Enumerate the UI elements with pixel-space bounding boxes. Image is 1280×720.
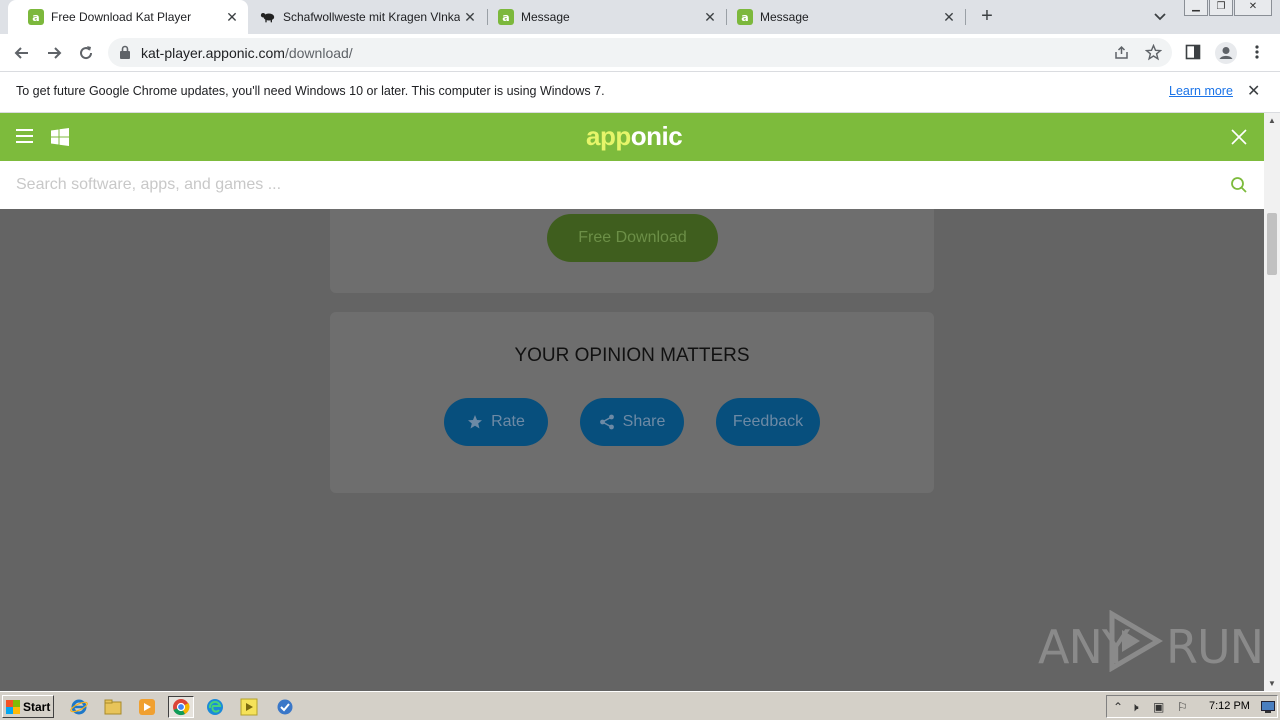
address-bar[interactable]: kat-player.apponic.com/download/ bbox=[108, 38, 1172, 67]
minimize-button[interactable]: ▁ bbox=[1184, 0, 1208, 16]
page-scrollbar[interactable]: ▲ ▼ bbox=[1264, 113, 1280, 691]
tab-schafwollweste[interactable]: Schafwollweste mit Kragen Vlnka - W ✕ bbox=[240, 0, 486, 34]
windows-logo-icon[interactable] bbox=[51, 128, 69, 146]
share-page-icon[interactable] bbox=[1113, 44, 1130, 66]
close-tab-icon[interactable]: ✕ bbox=[222, 9, 242, 26]
kat-player-icon[interactable] bbox=[236, 696, 262, 718]
system-tray: ⌃ 🕨 ▣ ⚐ 7:12 PM bbox=[1106, 695, 1278, 718]
learn-more-link[interactable]: Learn more bbox=[1169, 84, 1233, 98]
tab-title: Schafwollweste mit Kragen Vlnka - W bbox=[283, 10, 460, 24]
apponic-header: apponic bbox=[0, 113, 1264, 161]
share-label: Share bbox=[622, 413, 666, 430]
feedback-label: Feedback bbox=[732, 413, 804, 430]
show-desktop-icon[interactable] bbox=[1261, 701, 1275, 716]
apponic-icon: a bbox=[28, 9, 44, 25]
tab-title: Free Download Kat Player bbox=[51, 10, 192, 24]
close-tab-icon[interactable]: ✕ bbox=[460, 9, 480, 26]
url-path: /download/ bbox=[284, 45, 353, 61]
more-menu-icon[interactable] bbox=[1254, 44, 1260, 65]
windows-flag-icon bbox=[6, 699, 20, 714]
scroll-up-icon[interactable]: ▲ bbox=[1268, 116, 1276, 125]
tab-divider bbox=[965, 9, 966, 25]
tab-title: Message bbox=[521, 10, 570, 24]
action-center-flag-icon[interactable]: ⚐ bbox=[1177, 700, 1188, 714]
close-window-button[interactable]: ✕ bbox=[1234, 0, 1272, 16]
tab-title: Message bbox=[760, 10, 809, 24]
opinion-title: YOUR OPINION MATTERS bbox=[514, 345, 750, 366]
chrome-icon[interactable] bbox=[168, 696, 194, 718]
feedback-button[interactable]: Feedback bbox=[716, 398, 820, 446]
star-icon bbox=[467, 414, 483, 430]
tab-search-icon[interactable] bbox=[1152, 8, 1170, 26]
profile-avatar[interactable] bbox=[1215, 42, 1237, 64]
network-icon[interactable]: ▣ bbox=[1153, 700, 1164, 714]
sheep-icon bbox=[260, 9, 276, 25]
anyrun-watermark: ANY RUN bbox=[1038, 610, 1264, 680]
restore-button[interactable]: ❐ bbox=[1209, 0, 1233, 16]
apponic-logo[interactable]: apponic bbox=[586, 121, 683, 152]
lock-icon[interactable] bbox=[120, 45, 130, 59]
installer-icon[interactable] bbox=[272, 696, 298, 718]
page-viewport: Free Download YOUR OPINION MATTERS Rate … bbox=[0, 113, 1264, 691]
tab-strip: a Free Download Kat Player ✕ Schafwollwe… bbox=[0, 0, 1280, 34]
close-tab-icon[interactable]: ✕ bbox=[939, 9, 959, 26]
tab-message-2[interactable]: a Message ✕ bbox=[717, 0, 965, 34]
windows-taskbar: Start ⌃ 🕨 ▣ ⚐ 7:12 PM bbox=[0, 691, 1280, 720]
share-icon bbox=[599, 414, 615, 430]
hamburger-menu-icon[interactable] bbox=[16, 129, 33, 143]
tab-free-download-kat-player[interactable]: a Free Download Kat Player ✕ bbox=[8, 0, 248, 34]
site-search-bar bbox=[0, 161, 1264, 209]
rate-button[interactable]: Rate bbox=[444, 398, 548, 446]
tab-message-1[interactable]: a Message ✕ bbox=[478, 0, 726, 34]
url-host: kat-player.apponic.com bbox=[141, 45, 285, 61]
scrollbar-thumb[interactable] bbox=[1267, 213, 1277, 275]
close-icon[interactable] bbox=[1231, 125, 1247, 151]
infobar-message: To get future Google Chrome updates, you… bbox=[16, 84, 605, 98]
show-hidden-icons-icon[interactable]: ⌃ bbox=[1113, 700, 1123, 714]
forward-button[interactable] bbox=[42, 41, 66, 65]
close-icon[interactable]: ✕ bbox=[1247, 81, 1260, 101]
start-button[interactable]: Start bbox=[2, 695, 54, 718]
logo-part-app: app bbox=[586, 121, 631, 151]
file-explorer-icon[interactable] bbox=[102, 696, 124, 718]
media-player-icon[interactable] bbox=[136, 696, 158, 718]
scroll-down-icon[interactable]: ▼ bbox=[1268, 679, 1276, 688]
watermark-text-right: RUN bbox=[1166, 620, 1264, 674]
internet-explorer-icon[interactable] bbox=[68, 696, 90, 718]
back-button[interactable] bbox=[10, 41, 34, 65]
update-infobar: To get future Google Chrome updates, you… bbox=[0, 71, 1280, 113]
free-download-button[interactable]: Free Download bbox=[547, 214, 718, 262]
reload-button[interactable] bbox=[74, 41, 98, 65]
start-label: Start bbox=[23, 699, 51, 714]
share-button[interactable]: Share bbox=[580, 398, 684, 446]
search-input[interactable] bbox=[16, 174, 1196, 196]
edge-icon[interactable] bbox=[204, 696, 226, 718]
search-icon[interactable] bbox=[1230, 176, 1248, 194]
bookmark-star-icon[interactable] bbox=[1144, 43, 1163, 66]
play-logo-icon bbox=[1109, 610, 1163, 672]
side-panel-icon[interactable] bbox=[1185, 44, 1201, 65]
apponic-icon: a bbox=[498, 9, 514, 25]
browser-toolbar: kat-player.apponic.com/download/ bbox=[0, 34, 1280, 71]
new-tab-button[interactable]: + bbox=[977, 6, 997, 26]
apponic-icon: a bbox=[737, 9, 753, 25]
logo-part-onic: onic bbox=[630, 121, 683, 151]
url-text: kat-player.apponic.com/download/ bbox=[141, 45, 353, 61]
rate-label: Rate bbox=[491, 413, 525, 430]
volume-icon[interactable]: 🕨 bbox=[1131, 700, 1139, 715]
clock[interactable]: 7:12 PM bbox=[1209, 700, 1250, 712]
